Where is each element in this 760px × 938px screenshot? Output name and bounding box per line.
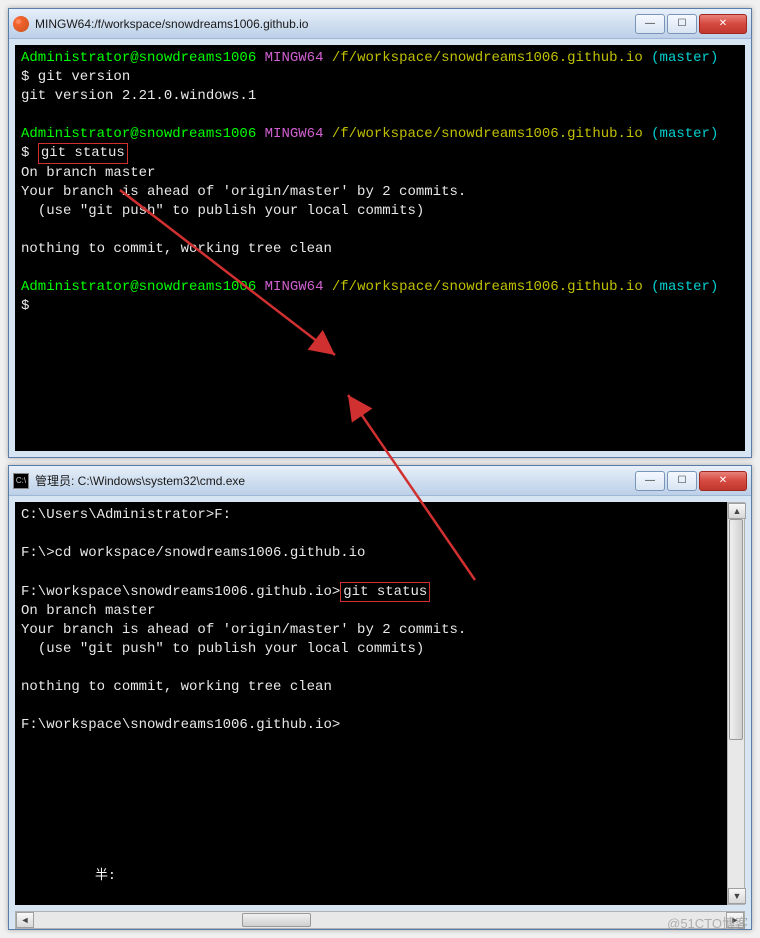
gitbash-icon (13, 16, 29, 32)
scroll-left-button[interactable]: ◄ (16, 912, 34, 928)
watermark: @51CTO博客 (667, 913, 748, 932)
window-title: MINGW64:/f/workspace/snowdreams1006.gith… (35, 17, 635, 31)
minimize-button[interactable]: — (635, 14, 665, 34)
gitbash-window: MINGW64:/f/workspace/snowdreams1006.gith… (8, 8, 752, 458)
output-line: On branch master (21, 164, 739, 183)
prompt-branch: (master) (651, 279, 718, 295)
prompt-env: MINGW64 (265, 50, 324, 66)
prompt-symbol: $ (21, 145, 38, 161)
minimize-button[interactable]: — (635, 471, 665, 491)
prompt: F:\workspace\snowdreams1006.github.io> (21, 716, 739, 735)
prompt-user: Administrator@snowdreams1006 (21, 279, 256, 295)
output-line: nothing to commit, working tree clean (21, 240, 739, 259)
ime-label: 半: (95, 867, 116, 885)
terminal-output[interactable]: C:\Users\Administrator>F: F:\>cd workspa… (15, 502, 745, 905)
scroll-track[interactable] (728, 519, 744, 888)
output-line: nothing to commit, working tree clean (21, 678, 739, 697)
cmd-window: C:\ 管理员: C:\Windows\system32\cmd.exe — ☐… (8, 465, 752, 930)
command-line: $ git version (21, 68, 739, 87)
output-line: On branch master (21, 602, 739, 621)
highlighted-command: git status (340, 582, 430, 603)
terminal-output[interactable]: Administrator@snowdreams1006 MINGW64 /f/… (15, 45, 745, 451)
scroll-down-button[interactable]: ▼ (728, 888, 746, 904)
prompt-symbol: $ (21, 297, 739, 316)
prompt: C:\Users\Administrator> (21, 507, 214, 523)
prompt-env: MINGW64 (265, 126, 324, 142)
command: F: (214, 507, 231, 523)
output-line: Your branch is ahead of 'origin/master' … (21, 621, 739, 640)
scroll-thumb[interactable] (242, 913, 311, 927)
vertical-scrollbar[interactable]: ▲ ▼ (727, 502, 745, 905)
horizontal-scrollbar[interactable]: ◄ ► (15, 911, 745, 929)
close-button[interactable]: ✕ (699, 14, 747, 34)
maximize-button[interactable]: ☐ (667, 14, 697, 34)
output-line: (use "git push" to publish your local co… (21, 202, 739, 221)
cmd-icon: C:\ (13, 473, 29, 489)
output-line: (use "git push" to publish your local co… (21, 640, 739, 659)
prompt-branch: (master) (651, 50, 718, 66)
prompt-path: /f/workspace/snowdreams1006.github.io (332, 126, 643, 142)
prompt-user: Administrator@snowdreams1006 (21, 126, 256, 142)
prompt-branch: (master) (651, 126, 718, 142)
titlebar[interactable]: C:\ 管理员: C:\Windows\system32\cmd.exe — ☐… (9, 466, 751, 496)
window-title: 管理员: C:\Windows\system32\cmd.exe (35, 472, 635, 489)
prompt-env: MINGW64 (265, 279, 324, 295)
output-line: git version 2.21.0.windows.1 (21, 87, 739, 106)
output-line: Your branch is ahead of 'origin/master' … (21, 183, 739, 202)
scroll-up-button[interactable]: ▲ (728, 503, 746, 519)
command: cd workspace/snowdreams1006.github.io (55, 545, 366, 561)
scroll-thumb[interactable] (729, 519, 743, 740)
highlighted-command: git status (38, 143, 128, 164)
titlebar[interactable]: MINGW64:/f/workspace/snowdreams1006.gith… (9, 9, 751, 39)
scroll-track[interactable] (34, 912, 726, 928)
prompt: F:\> (21, 545, 55, 561)
prompt-path: /f/workspace/snowdreams1006.github.io (332, 279, 643, 295)
close-button[interactable]: ✕ (699, 471, 747, 491)
maximize-button[interactable]: ☐ (667, 471, 697, 491)
prompt-user: Administrator@snowdreams1006 (21, 50, 256, 66)
prompt: F:\workspace\snowdreams1006.github.io> (21, 584, 340, 600)
prompt-path: /f/workspace/snowdreams1006.github.io (332, 50, 643, 66)
